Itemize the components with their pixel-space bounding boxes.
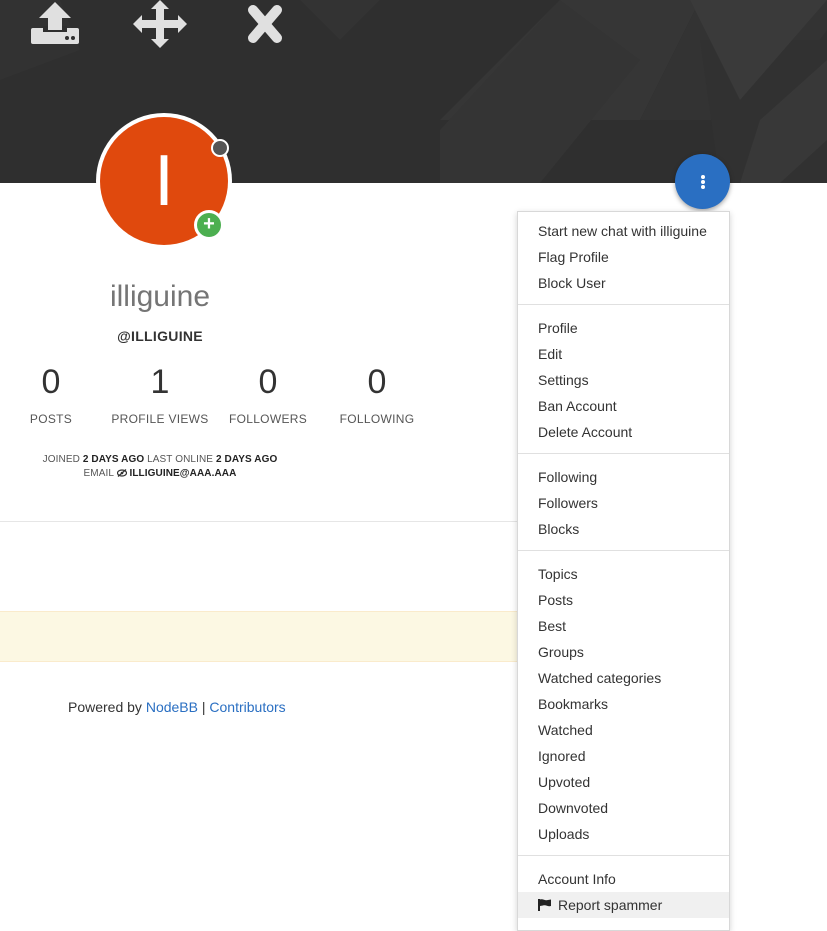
menu-item-report-spammer[interactable]: Report spammer	[518, 892, 729, 918]
stat-value: 0	[258, 363, 278, 401]
email-value: ILLIGUINE@AAA.AAA	[129, 468, 237, 479]
menu-item-ignored[interactable]: Ignored	[518, 743, 729, 769]
move-icon	[133, 0, 187, 48]
report-spammer-label: Report spammer	[558, 897, 663, 913]
profile-activity-meta: JOINED 2 DAYS AGO LAST ONLINE 2 DAYS AGO	[30, 454, 290, 465]
menu-item-ban-account[interactable]: Ban Account	[518, 393, 729, 419]
footer: Powered by NodeBB | Contributors	[68, 699, 286, 715]
eye-slash-icon	[116, 469, 127, 477]
menu-item-posts[interactable]: Posts	[518, 587, 729, 613]
stat-label: FOLLOWERS	[228, 412, 308, 426]
email-label: EMAIL	[83, 468, 114, 479]
menu-item-account-info[interactable]: Account Info	[518, 866, 729, 892]
stat-posts[interactable]: 0 POSTS	[0, 362, 106, 426]
menu-item-blocks[interactable]: Blocks	[518, 516, 729, 542]
profile-actions-menu: Start new chat with illiguine Flag Profi…	[517, 211, 730, 931]
menu-item-watched-categories[interactable]: Watched categories	[518, 665, 729, 691]
menu-item-groups[interactable]: Groups	[518, 639, 729, 665]
stat-label: FOLLOWING	[339, 412, 415, 426]
nodebb-link[interactable]: NodeBB	[146, 699, 198, 715]
last-online-value: 2 DAYS AGO	[215, 454, 278, 465]
profile-actions-button[interactable]	[675, 154, 730, 209]
menu-item-profile[interactable]: Profile	[518, 315, 729, 341]
upload-cover-button[interactable]	[24, 0, 86, 48]
stat-profile-views: 1 PROFILE VIEWS	[105, 362, 215, 426]
menu-item-following[interactable]: Following	[518, 464, 729, 490]
stat-label: POSTS	[29, 412, 73, 426]
profile-email-meta: EMAIL ILLIGUINE@AAA.AAA	[30, 468, 290, 479]
stat-value: 0	[41, 363, 61, 401]
profile-username: @ILLIGUINE	[117, 328, 203, 344]
footer-separator: |	[201, 699, 206, 715]
remove-cover-button[interactable]	[234, 0, 296, 48]
last-online-label: LAST ONLINE	[147, 454, 214, 465]
menu-item-edit[interactable]: Edit	[518, 341, 729, 367]
menu-item-uploads[interactable]: Uploads	[518, 821, 729, 847]
menu-item-bookmarks[interactable]: Bookmarks	[518, 691, 729, 717]
menu-item-downvoted[interactable]: Downvoted	[518, 795, 729, 821]
stat-followers[interactable]: 0 FOLLOWERS	[213, 362, 323, 426]
menu-item-topics[interactable]: Topics	[518, 561, 729, 587]
menu-item-followers[interactable]: Followers	[518, 490, 729, 516]
menu-divider	[518, 855, 729, 856]
upload-icon	[31, 2, 79, 44]
flag-icon	[538, 898, 551, 911]
contributors-link[interactable]: Contributors	[209, 699, 285, 715]
menu-item-settings[interactable]: Settings	[518, 367, 729, 393]
more-vertical-icon	[700, 174, 705, 189]
menu-divider	[518, 304, 729, 305]
status-indicator	[211, 139, 229, 157]
menu-item-watched[interactable]: Watched	[518, 717, 729, 743]
powered-by-text: Powered by	[68, 699, 142, 715]
stat-value: 0	[367, 363, 387, 401]
stat-label: PROFILE VIEWS	[111, 412, 209, 426]
stat-value: 1	[150, 363, 170, 401]
alert-bar	[0, 611, 520, 662]
joined-value: 2 DAYS AGO	[82, 454, 145, 465]
plus-icon[interactable]: +	[194, 210, 224, 240]
menu-item-best[interactable]: Best	[518, 613, 729, 639]
menu-item-flag-profile[interactable]: Flag Profile	[518, 244, 729, 270]
menu-item-start-chat[interactable]: Start new chat with illiguine	[518, 218, 729, 244]
joined-label: JOINED	[42, 454, 80, 465]
move-cover-button[interactable]	[129, 0, 191, 48]
menu-item-delete-account[interactable]: Delete Account	[518, 419, 729, 445]
content-divider	[0, 521, 520, 522]
menu-divider	[518, 550, 729, 551]
menu-item-block-user[interactable]: Block User	[518, 270, 729, 296]
profile-fullname: illiguine	[109, 280, 211, 313]
avatar-container: I +	[96, 113, 232, 249]
remove-icon	[248, 5, 282, 43]
stat-following[interactable]: 0 FOLLOWING	[322, 362, 432, 426]
menu-divider	[518, 453, 729, 454]
menu-item-upvoted[interactable]: Upvoted	[518, 769, 729, 795]
